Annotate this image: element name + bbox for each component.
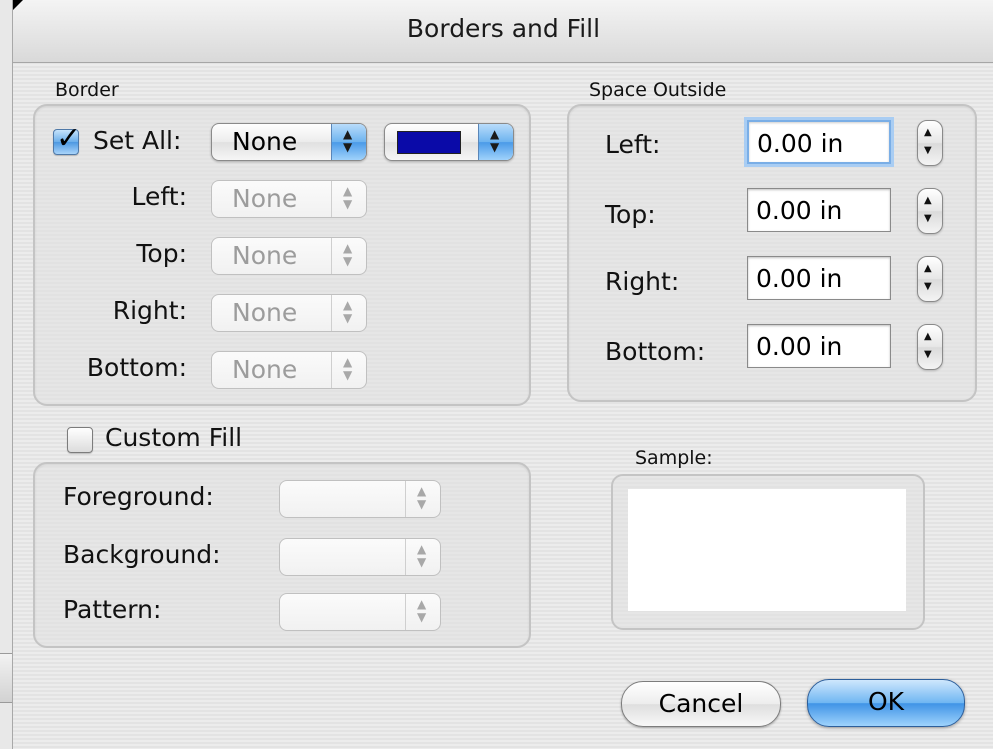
- stepper-down-icon[interactable]: ▼: [924, 281, 932, 292]
- background-window-tab: [0, 653, 12, 703]
- border-right-label: Right:: [112, 296, 187, 325]
- sample-preview: [628, 489, 906, 611]
- pattern-label: Pattern:: [63, 595, 162, 624]
- space-right-input[interactable]: 0.00 in: [747, 256, 891, 300]
- checkmark-icon: ✓: [56, 121, 82, 156]
- space-bottom-label: Bottom:: [605, 337, 706, 366]
- border-right-value: None: [232, 298, 298, 327]
- space-left-label: Left:: [605, 130, 661, 159]
- background-label: Background:: [63, 540, 221, 569]
- space-bottom-stepper[interactable]: ▲ ▼: [917, 324, 943, 370]
- border-top-popup[interactable]: None ▲ ▼: [211, 237, 367, 275]
- border-right-popup[interactable]: None ▲ ▼: [211, 294, 367, 332]
- stepper-up-icon[interactable]: ▲: [924, 331, 932, 342]
- cancel-button[interactable]: Cancel: [621, 681, 781, 727]
- space-top-stepper[interactable]: ▲ ▼: [917, 188, 943, 234]
- border-left-popup[interactable]: None ▲ ▼: [211, 180, 367, 218]
- custom-fill-label: Custom Fill: [105, 423, 243, 452]
- popup-arrows-icon: ▲ ▼: [331, 352, 366, 388]
- space-outside-group-label: Space Outside: [589, 79, 727, 101]
- popup-arrows-icon: ▲ ▼: [405, 594, 440, 630]
- border-color-popup[interactable]: ▲ ▼: [384, 123, 514, 161]
- space-right-stepper[interactable]: ▲ ▼: [917, 256, 943, 302]
- dialog-title: Borders and Fill: [406, 14, 601, 43]
- title-bar: Borders and Fill: [13, 0, 993, 63]
- border-top-label: Top:: [136, 239, 187, 268]
- set-all-style-popup[interactable]: None ▲ ▼: [211, 123, 367, 161]
- popup-arrows-icon: ▲ ▼: [331, 295, 366, 331]
- foreground-label: Foreground:: [63, 482, 214, 511]
- sample-label: Sample:: [635, 447, 713, 469]
- color-swatch: [397, 131, 461, 154]
- stepper-up-icon[interactable]: ▲: [924, 127, 932, 138]
- border-bottom-popup[interactable]: None ▲ ▼: [211, 351, 367, 389]
- border-bottom-label: Bottom:: [86, 353, 187, 382]
- window-corner: [13, 0, 23, 10]
- sample-box: [611, 474, 925, 630]
- background-popup[interactable]: ▲ ▼: [279, 538, 441, 576]
- border-left-label: Left:: [131, 182, 187, 211]
- space-left-input[interactable]: 0.00 in: [747, 120, 891, 164]
- space-bottom-input[interactable]: 0.00 in: [747, 324, 891, 368]
- background-window-edge: [0, 0, 12, 749]
- stepper-down-icon[interactable]: ▼: [924, 213, 932, 224]
- custom-fill-checkbox[interactable]: [67, 427, 93, 453]
- border-group-box: ✓ Set All: None ▲ ▼ ▲ ▼ Left: None ▲ ▼ Top:…: [33, 104, 531, 406]
- space-top-input[interactable]: 0.00 in: [747, 188, 891, 232]
- popup-arrows-icon: ▲ ▼: [331, 181, 366, 217]
- ok-button[interactable]: OK: [807, 679, 965, 727]
- stepper-down-icon[interactable]: ▼: [924, 349, 932, 360]
- borders-and-fill-dialog: Borders and Fill Border ✓ Set All: None …: [12, 0, 993, 749]
- custom-fill-group-box: Foreground: ▲ ▼ Background: ▲ ▼ Pattern: ▲…: [33, 462, 531, 648]
- stepper-up-icon[interactable]: ▲: [924, 263, 932, 274]
- border-group-label: Border: [55, 79, 119, 101]
- space-left-stepper[interactable]: ▲ ▼: [917, 120, 943, 166]
- popup-arrows-icon: ▲ ▼: [405, 481, 440, 517]
- border-bottom-value: None: [232, 355, 298, 384]
- space-top-label: Top:: [605, 200, 656, 229]
- set-all-checkbox[interactable]: ✓: [53, 121, 81, 156]
- border-top-value: None: [232, 241, 298, 270]
- popup-arrows-icon: ▲ ▼: [331, 238, 366, 274]
- space-right-label: Right:: [605, 267, 680, 296]
- popup-arrows-icon: ▲ ▼: [478, 124, 513, 160]
- foreground-popup[interactable]: ▲ ▼: [279, 480, 441, 518]
- popup-arrows-icon: ▲ ▼: [405, 539, 440, 575]
- pattern-popup[interactable]: ▲ ▼: [279, 593, 441, 631]
- set-all-style-value: None: [232, 127, 298, 156]
- space-outside-group-box: Left: 0.00 in ▲ ▼ Top: 0.00 in ▲ ▼ Right…: [567, 104, 977, 402]
- set-all-label: Set All:: [93, 126, 182, 155]
- popup-arrows-icon: ▲ ▼: [331, 124, 366, 160]
- border-left-value: None: [232, 184, 298, 213]
- stepper-up-icon[interactable]: ▲: [924, 195, 932, 206]
- stepper-down-icon[interactable]: ▼: [924, 145, 932, 156]
